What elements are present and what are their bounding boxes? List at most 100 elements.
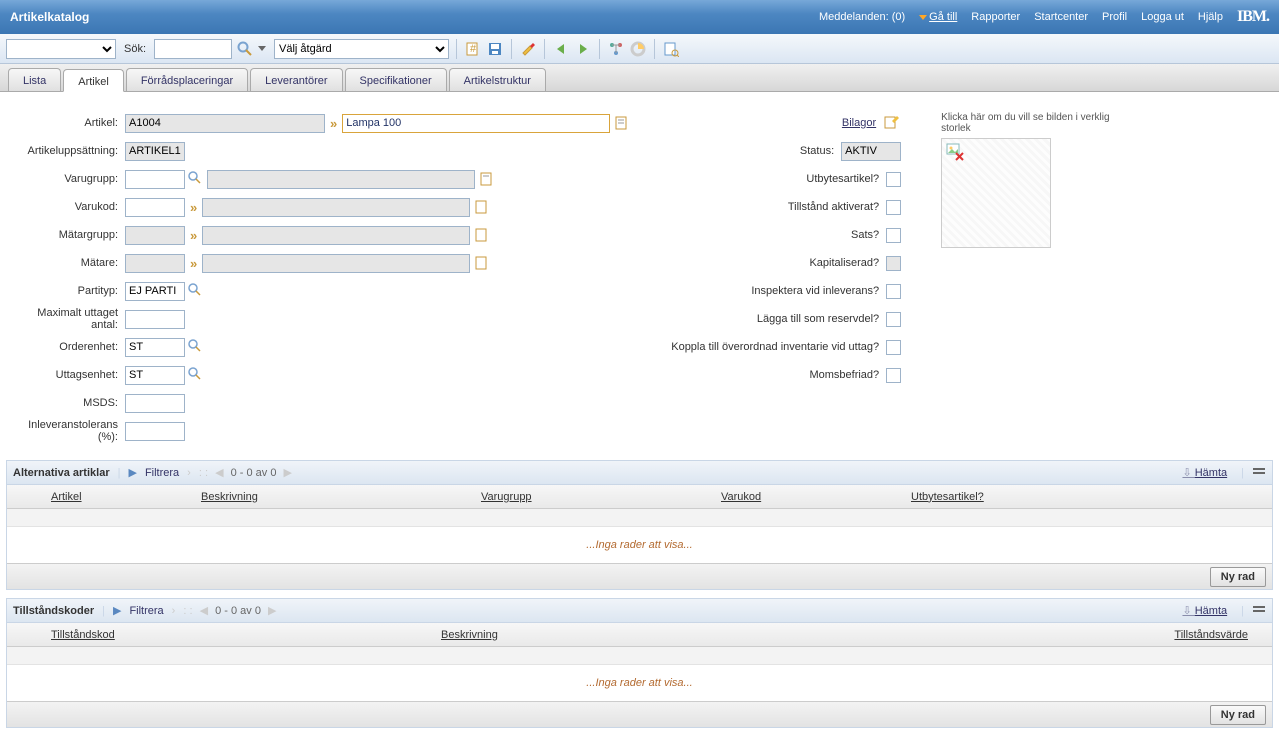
- tab-artikelstruktur[interactable]: Artikelstruktur: [449, 68, 546, 91]
- tab-forradsplaceringar[interactable]: Förrådsplaceringar: [126, 68, 248, 91]
- artikel-desc-input[interactable]: [342, 114, 610, 133]
- sect1-hamta-link[interactable]: ⇩ Hämta: [1182, 466, 1227, 479]
- uttagsenhet-lookup-icon[interactable]: [188, 367, 204, 383]
- sect2-collapse-icon[interactable]: [1252, 605, 1266, 617]
- search-input[interactable]: [154, 39, 232, 59]
- action-select[interactable]: Välj åtgärd: [274, 39, 449, 59]
- header-links: Meddelanden: (0) Gå till Rapporter Start…: [819, 8, 1269, 26]
- next-record-icon[interactable]: [574, 40, 592, 58]
- uttagsenhet-input[interactable]: [125, 366, 185, 385]
- varukod-longdesc-icon[interactable]: [473, 198, 491, 216]
- bilagor-icon[interactable]: [883, 114, 901, 132]
- varukod-label: Varukod:: [10, 201, 122, 213]
- tillstand-aktiverat-checkbox[interactable]: [886, 200, 901, 215]
- sect1-pager: : : ◀ 0 - 0 av 0 ▶: [199, 466, 292, 479]
- sect2-col-varde[interactable]: Tillståndsvärde: [1160, 629, 1262, 641]
- matare-detail-icon[interactable]: »: [188, 256, 199, 271]
- record-select[interactable]: [6, 39, 116, 59]
- orderenhet-lookup-icon[interactable]: [188, 339, 204, 355]
- tab-leverantorer[interactable]: Leverantörer: [250, 68, 342, 91]
- inlev-input[interactable]: [125, 422, 185, 441]
- sect1-col-varugrupp[interactable]: Varugrupp: [467, 491, 707, 503]
- sect2-col-beskrivning[interactable]: Beskrivning: [427, 629, 1160, 641]
- messages-link[interactable]: Meddelanden: (0): [819, 11, 905, 23]
- status-label: Status:: [800, 145, 838, 157]
- svg-text:#: #: [470, 43, 477, 55]
- koppla-checkbox[interactable]: [886, 340, 901, 355]
- save-icon[interactable]: [486, 40, 504, 58]
- sect2-hamta-link[interactable]: ⇩ Hämta: [1182, 604, 1227, 617]
- partityp-input[interactable]: [125, 282, 185, 301]
- varukod-input[interactable]: [125, 198, 185, 217]
- matare-input[interactable]: [125, 254, 185, 273]
- varukod-detail-icon[interactable]: »: [188, 200, 199, 215]
- profile-link[interactable]: Profil: [1102, 11, 1127, 23]
- startcenter-link[interactable]: Startcenter: [1034, 11, 1088, 23]
- reports-icon[interactable]: [629, 40, 647, 58]
- search-icon[interactable]: [236, 40, 254, 58]
- logout-link[interactable]: Logga ut: [1141, 11, 1184, 23]
- varugrupp-input[interactable]: [125, 170, 185, 189]
- orderenhet-label: Orderenhet:: [10, 341, 122, 353]
- chk3-label: Sats?: [851, 229, 883, 241]
- app-header: Artikelkatalog Meddelanden: (0) Gå till …: [0, 0, 1279, 34]
- prev-record-icon[interactable]: [552, 40, 570, 58]
- reports-link[interactable]: Rapporter: [971, 11, 1020, 23]
- varugrupp-lookup-icon[interactable]: [188, 171, 204, 187]
- tab-lista[interactable]: Lista: [8, 68, 61, 91]
- momsbefriad-checkbox[interactable]: [886, 368, 901, 383]
- tab-artikel[interactable]: Artikel: [63, 69, 124, 92]
- inspektera-checkbox[interactable]: [886, 284, 901, 299]
- artikelupps-input: [125, 142, 185, 161]
- bilagor-link[interactable]: Bilagor: [842, 117, 876, 129]
- sect1-col-varukod[interactable]: Varukod: [707, 491, 897, 503]
- new-record-icon[interactable]: #: [464, 40, 482, 58]
- matare-desc: [202, 254, 470, 273]
- sect1-newrow-button[interactable]: Ny rad: [1210, 567, 1266, 587]
- sect1-col-artikel[interactable]: Artikel: [37, 491, 187, 503]
- sect2-newrow-button[interactable]: Ny rad: [1210, 705, 1266, 725]
- varugrupp-longdesc-icon[interactable]: [478, 170, 496, 188]
- matargrupp-desc: [202, 226, 470, 245]
- sats-checkbox[interactable]: [886, 228, 901, 243]
- sect2-filter-icon[interactable]: ▶: [113, 604, 121, 617]
- sect2-col-kod[interactable]: Tillståndskod: [37, 629, 427, 641]
- sect1-filter-icon[interactable]: ▶: [128, 466, 136, 479]
- tab-specifikationer[interactable]: Specifikationer: [345, 68, 447, 91]
- sect1-col-beskrivning[interactable]: Beskrivning: [187, 491, 467, 503]
- reservdel-checkbox[interactable]: [886, 312, 901, 327]
- artikel-input[interactable]: [125, 114, 325, 133]
- sect1-title: Alternativa artiklar: [13, 467, 110, 479]
- partityp-lookup-icon[interactable]: [188, 283, 204, 299]
- chk6-label: Lägga till som reservdel?: [757, 313, 883, 325]
- sect1-empty: ...Inga rader att visa...: [7, 527, 1272, 563]
- sect2-empty: ...Inga rader att visa...: [7, 665, 1272, 701]
- image-placeholder[interactable]: [941, 138, 1051, 248]
- sect1-collapse-icon[interactable]: [1252, 467, 1266, 479]
- tab-bar: Lista Artikel Förrådsplaceringar Leveran…: [0, 64, 1279, 92]
- sect2-filter-link[interactable]: Filtrera: [129, 605, 163, 617]
- msds-input[interactable]: [125, 394, 185, 413]
- partityp-label: Partityp:: [10, 285, 122, 297]
- clear-icon[interactable]: [519, 40, 537, 58]
- uttagsenhet-label: Uttagsenhet:: [10, 369, 122, 381]
- attachments-icon[interactable]: [662, 40, 680, 58]
- matargrupp-longdesc-icon[interactable]: [473, 226, 491, 244]
- goto-link[interactable]: Gå till: [919, 11, 957, 23]
- matargrupp-detail-icon[interactable]: »: [188, 228, 199, 243]
- matargrupp-input[interactable]: [125, 226, 185, 245]
- help-link[interactable]: Hjälp: [1198, 11, 1223, 23]
- chk4-label: Kapitaliserad?: [809, 257, 883, 269]
- tillstandskoder-section: Tillståndskoder | ▶ Filtrera › : : ◀ 0 -…: [6, 598, 1273, 728]
- workflow-icon[interactable]: [607, 40, 625, 58]
- sect1-col-utbytes[interactable]: Utbytesartikel?: [897, 491, 998, 503]
- artikel-label: Artikel:: [10, 117, 122, 129]
- max-uttag-input[interactable]: [125, 310, 185, 329]
- search-menu-icon[interactable]: [258, 46, 266, 51]
- artikel-detail-icon[interactable]: »: [328, 116, 339, 131]
- artikel-longdesc-icon[interactable]: [613, 114, 631, 132]
- matare-longdesc-icon[interactable]: [473, 254, 491, 272]
- sect1-filter-link[interactable]: Filtrera: [145, 467, 179, 479]
- orderenhet-input[interactable]: [125, 338, 185, 357]
- utbytesartikel-checkbox[interactable]: [886, 172, 901, 187]
